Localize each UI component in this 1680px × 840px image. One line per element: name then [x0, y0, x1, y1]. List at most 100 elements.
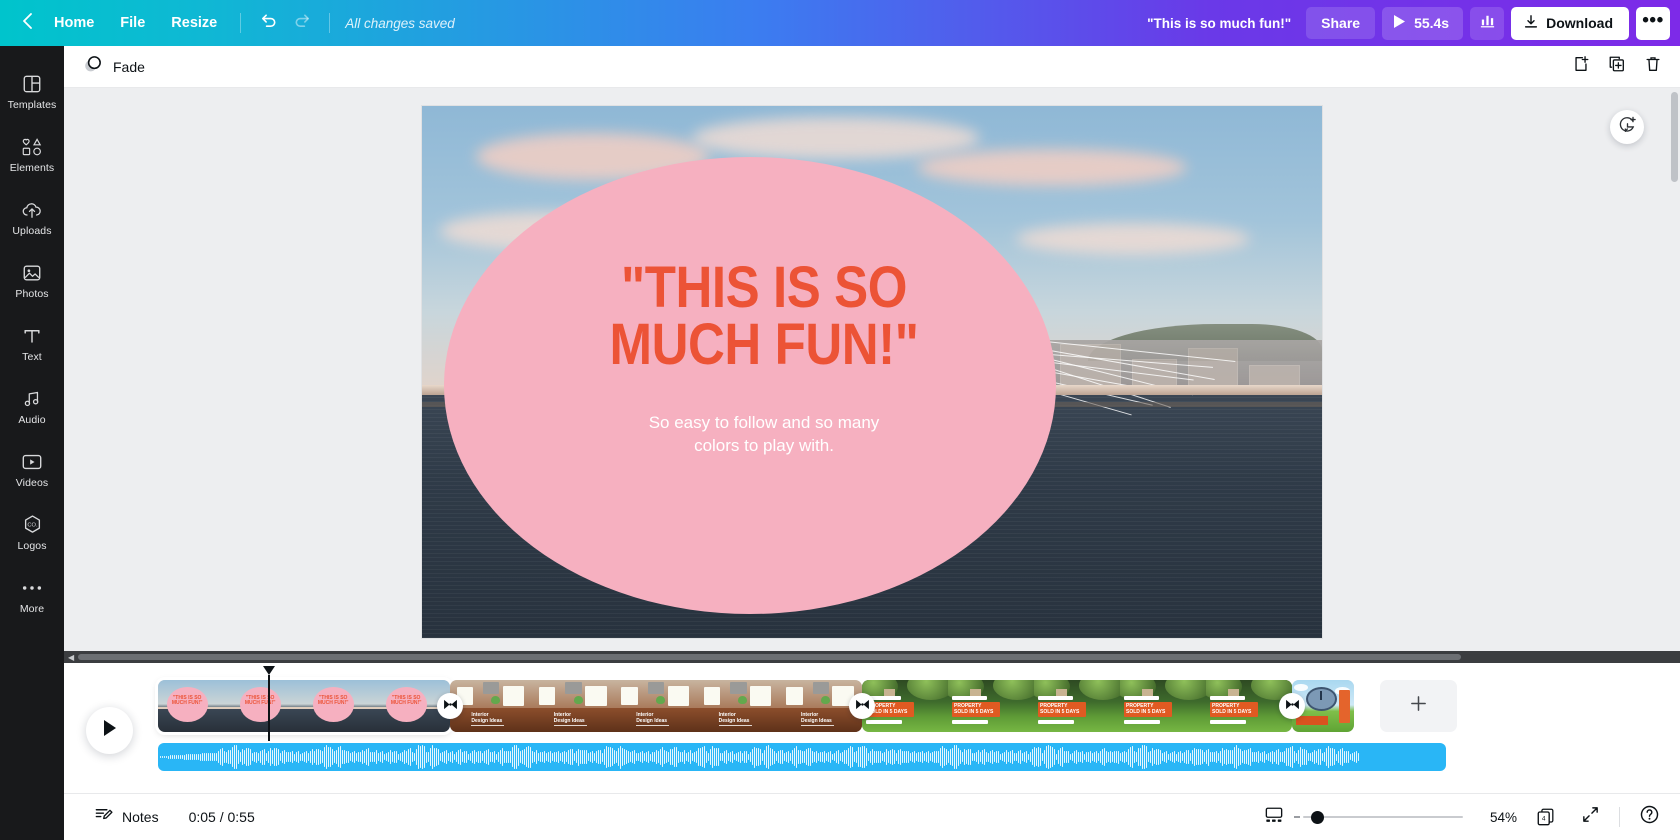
add-comment-icon — [1618, 115, 1637, 139]
clip-frame: InteriorDesign Ideas — [532, 680, 614, 732]
svg-text:CO.: CO. — [27, 523, 38, 529]
playback-time: 0:05 / 0:55 — [189, 809, 255, 825]
play-icon — [102, 719, 118, 742]
add-scene-button[interactable] — [1380, 680, 1457, 732]
sidebar-item-videos[interactable]: Videos — [0, 438, 64, 501]
delete-page-button[interactable] — [1637, 51, 1668, 82]
help-button[interactable] — [1634, 802, 1664, 832]
sidebar-label-elements: Elements — [10, 162, 55, 174]
play-icon — [1393, 14, 1406, 32]
notes-label: Notes — [122, 809, 159, 825]
insights-button[interactable] — [1470, 7, 1504, 40]
download-label: Download — [1546, 15, 1613, 31]
expand-icon — [1581, 805, 1600, 829]
clip-transition-button[interactable] — [849, 693, 875, 719]
design-title[interactable]: "This is so much fun!" — [1147, 16, 1291, 31]
zoom-slider-handle[interactable] — [1311, 811, 1324, 824]
sidebar-label-videos: Videos — [16, 477, 49, 489]
duplicate-icon — [1608, 55, 1626, 78]
plus-icon — [1409, 694, 1428, 718]
fade-transition-button[interactable]: Fade — [78, 52, 155, 82]
canvas-horizontal-scrollbar[interactable]: ◀ — [64, 651, 1680, 663]
sidebar-item-text[interactable]: Text — [0, 312, 64, 375]
sidebar-label-more: More — [20, 603, 44, 615]
canvas-vertical-scrollbar[interactable] — [1671, 92, 1678, 647]
timeline-clip-bridge-scene[interactable]: "THIS IS SOMUCH FUN!" "THIS IS SOMUCH FU… — [158, 680, 450, 732]
clip-frame: PROPERTYSOLD IN 5 DAYS — [948, 680, 1034, 732]
timeline-clip-row: "THIS IS SOMUCH FUN!" "THIS IS SOMUCH FU… — [158, 679, 1680, 733]
canva-video-editor: Home File Resize All changes saved "This… — [0, 0, 1680, 840]
share-button[interactable]: Share — [1306, 7, 1375, 39]
notes-button[interactable]: Notes — [86, 800, 167, 834]
timeline-view-button[interactable] — [1259, 802, 1289, 832]
context-toolbar: Fade — [64, 46, 1680, 88]
undo-button[interactable] — [252, 8, 284, 38]
timeline-clip-property-scene[interactable]: PROPERTYSOLD IN 5 DAYS PROPERTYSOLD IN 5… — [862, 680, 1292, 732]
sidebar-item-logos[interactable]: CO. Logos — [0, 501, 64, 564]
present-button[interactable]: 55.4s — [1382, 7, 1463, 40]
save-status: All changes saved — [345, 16, 455, 31]
home-button[interactable]: Home — [42, 8, 106, 38]
sidebar-item-more[interactable]: More — [0, 564, 64, 627]
timeline-playhead[interactable] — [268, 675, 270, 741]
transition-bowtie-icon — [443, 697, 458, 715]
uploads-cloud-icon — [21, 199, 43, 221]
top-toolbar-left: Home File Resize All changes saved — [14, 8, 455, 38]
redo-button[interactable] — [286, 8, 318, 38]
sidebar-item-uploads[interactable]: Uploads — [0, 186, 64, 249]
canvas-subtitle[interactable]: So easy to follow and so many colors to … — [521, 412, 1007, 458]
sidebar-item-templates[interactable]: Templates — [0, 60, 64, 123]
page-manager-button[interactable]: 4 — [1531, 802, 1561, 832]
timeline-audio-track[interactable] — [158, 743, 1446, 771]
timeline-play-button[interactable] — [86, 707, 133, 754]
canvas-headline[interactable]: "THIS IS SO MUCH FUN!" — [526, 260, 1001, 373]
zoom-slider-track — [1303, 816, 1463, 818]
playhead-handle[interactable] — [263, 666, 275, 675]
status-bar-right: 54% 4 — [1259, 802, 1664, 832]
timeline-clip-interior-scene[interactable]: InteriorDesign Ideas InteriorDesign Idea… — [450, 680, 862, 732]
resize-button[interactable]: Resize — [159, 8, 229, 38]
canvas-area[interactable]: "THIS IS SO MUCH FUN!" So easy to follow… — [64, 88, 1680, 651]
timeline-view-icon — [1264, 806, 1284, 829]
templates-icon — [22, 73, 42, 95]
elements-icon — [21, 136, 43, 158]
zoom-slider[interactable] — [1303, 810, 1463, 824]
clip-transition-button[interactable] — [437, 693, 463, 719]
sidebar-item-photos[interactable]: Photos — [0, 249, 64, 312]
fade-label: Fade — [113, 59, 145, 75]
audio-waveform — [158, 743, 1446, 771]
sidebar-item-audio[interactable]: Audio — [0, 375, 64, 438]
download-icon — [1523, 14, 1539, 33]
sidebar-label-templates: Templates — [8, 99, 57, 111]
pink-circle-shape[interactable] — [444, 157, 1056, 615]
scroll-left-icon[interactable]: ◀ — [68, 653, 74, 662]
timeline-tracks: "THIS IS SOMUCH FUN!" "THIS IS SOMUCH FU… — [158, 663, 1680, 793]
zoom-out-tick — [1294, 816, 1300, 818]
transition-bowtie-icon — [855, 697, 870, 715]
more-options-button[interactable]: ••• — [1636, 7, 1670, 40]
design-canvas[interactable]: "THIS IS SO MUCH FUN!" So easy to follow… — [422, 106, 1322, 638]
back-button[interactable] — [14, 8, 40, 38]
hscrollbar-thumb[interactable] — [78, 654, 1461, 660]
text-t-icon — [22, 325, 42, 347]
file-menu-button[interactable]: File — [108, 8, 157, 38]
clip-frame: PROPERTYSOLD IN 5 DAYS — [1120, 680, 1206, 732]
videos-icon — [21, 451, 43, 473]
editor-column: Fade — [64, 46, 1680, 840]
sidebar-label-audio: Audio — [18, 414, 45, 426]
clip-frame: PROPERTYSOLD IN 5 DAYS — [1034, 680, 1120, 732]
add-comment-button[interactable] — [1610, 110, 1644, 144]
clip-frame: InteriorDesign Ideas — [697, 680, 779, 732]
clip-frame: "THIS IS SOMUCH FUN!" — [158, 680, 231, 732]
logos-hexagon-icon: CO. — [22, 514, 43, 536]
add-page-button[interactable] — [1565, 51, 1596, 82]
scrollbar-thumb[interactable] — [1671, 92, 1678, 182]
download-button[interactable]: Download — [1511, 7, 1629, 40]
sidebar-label-photos: Photos — [15, 288, 48, 300]
clip-transition-button[interactable] — [1279, 693, 1305, 719]
fullscreen-button[interactable] — [1575, 802, 1605, 832]
duplicate-page-button[interactable] — [1601, 51, 1632, 82]
clip-frames: InteriorDesign Ideas InteriorDesign Idea… — [450, 680, 862, 732]
clip-frames: "THIS IS SOMUCH FUN!" "THIS IS SOMUCH FU… — [158, 680, 450, 732]
sidebar-item-elements[interactable]: Elements — [0, 123, 64, 186]
